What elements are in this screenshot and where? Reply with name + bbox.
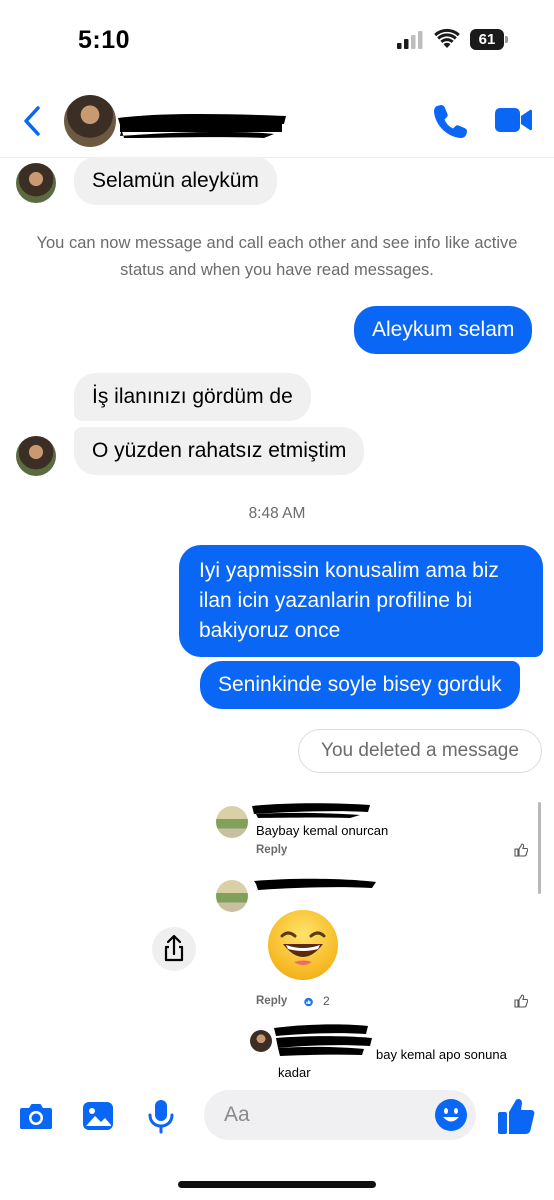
comment-like-icon (514, 994, 528, 1008)
incoming-message[interactable]: O yüzden rahatsız etmiştim (74, 427, 365, 475)
comment-text: bay kemal apo sonuna (376, 1047, 507, 1062)
laughing-emoji-image (268, 910, 338, 980)
redacted-commenter-name (274, 1024, 372, 1056)
like-reaction-icon (304, 997, 313, 1007)
connection-info-text: You can now message and call each other … (36, 234, 518, 279)
commenter-avatar (216, 806, 248, 838)
redacted-commenter-name (252, 803, 370, 818)
wifi-icon (434, 28, 460, 48)
status-bar: 5:10 61 (0, 0, 554, 80)
reaction-count: 2 (323, 994, 330, 1008)
emoji-button[interactable] (434, 1098, 468, 1132)
back-button[interactable] (20, 104, 46, 138)
outgoing-message[interactable]: Seninkinde soyle bisey gorduk (200, 661, 520, 709)
incoming-message[interactable]: İş ilanınızı gördüm de (74, 373, 311, 421)
shared-screenshot-image[interactable]: Baybay kemal onurcan Reply Reply 2 bay k… (196, 790, 554, 1080)
contact-avatar-small[interactable] (16, 163, 56, 203)
status-time: 5:10 (78, 26, 131, 54)
redacted-commenter-name (254, 878, 376, 890)
reply-link: Reply (256, 844, 288, 856)
conversation-header (0, 80, 554, 158)
redacted-contact-name[interactable] (114, 110, 290, 140)
home-indicator[interactable] (178, 1181, 376, 1188)
phone-call-button[interactable] (432, 102, 470, 140)
image-scrollbar (538, 802, 541, 894)
incoming-message[interactable]: Selamün aleyküm (74, 157, 277, 205)
battery-cap (505, 36, 508, 43)
cellular-signal-icon (397, 31, 423, 49)
contact-avatar[interactable] (64, 95, 116, 147)
share-icon (164, 934, 184, 962)
commenter-avatar (250, 1030, 272, 1052)
outgoing-message[interactable]: Iyi yapmissin konusalim ama biz ilan ici… (179, 545, 543, 657)
deleted-message-notice: You deleted a message (298, 729, 542, 773)
comment-like-icon (514, 843, 528, 857)
battery-icon: 61 (470, 29, 508, 50)
contact-avatar-small[interactable] (16, 436, 56, 476)
battery-level: 61 (470, 29, 504, 50)
message-input-box[interactable] (204, 1090, 476, 1140)
commenter-avatar (216, 880, 248, 912)
gallery-button[interactable] (80, 1098, 116, 1134)
microphone-button[interactable] (143, 1098, 179, 1134)
thumbs-up-button[interactable] (496, 1096, 536, 1136)
outgoing-message[interactable]: Aleykum selam (354, 306, 533, 354)
video-call-button[interactable] (494, 104, 532, 136)
reply-link: Reply (256, 995, 288, 1007)
message-composer (0, 1084, 554, 1150)
message-timestamp: 8:48 AM (248, 505, 306, 522)
message-input[interactable] (224, 1100, 424, 1130)
comment-text-continued: kadar (278, 1065, 311, 1080)
camera-button[interactable] (18, 1098, 54, 1134)
share-button[interactable] (152, 927, 196, 971)
comment-text: Baybay kemal onurcan (256, 823, 389, 838)
